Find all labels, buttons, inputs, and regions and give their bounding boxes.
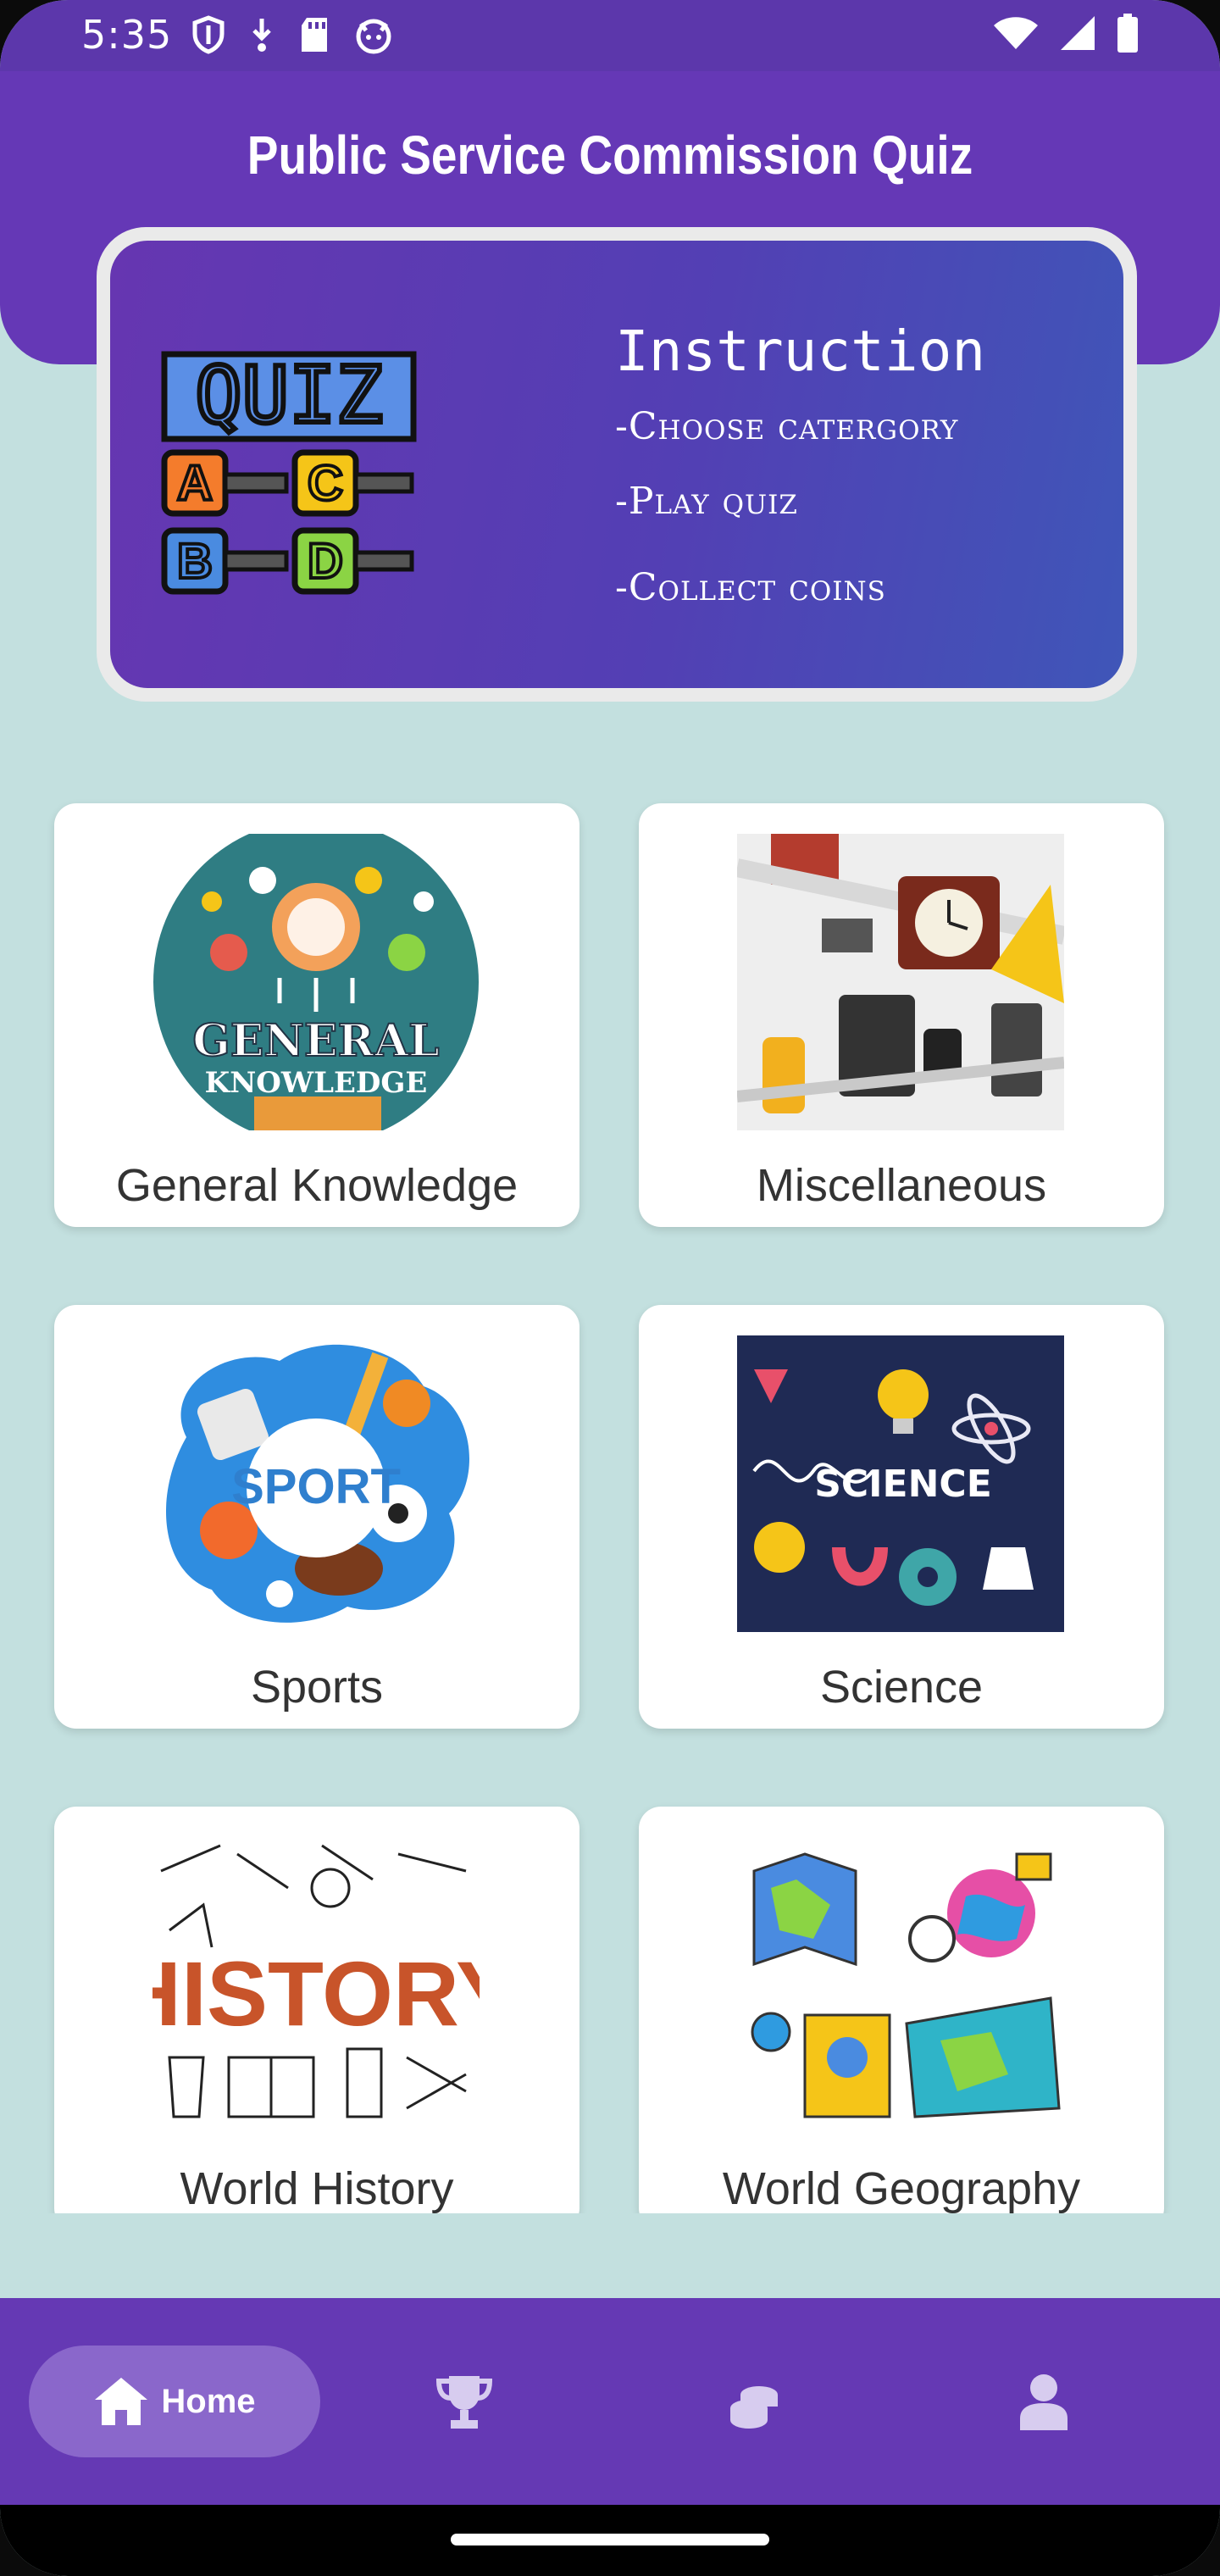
category-card-world-geography[interactable]: World Geography	[639, 1807, 1164, 2213]
nav-home-label: Home	[161, 2382, 256, 2420]
trophy-icon[interactable]	[434, 2371, 495, 2432]
app-title: Public Service Commission Quiz	[247, 125, 973, 186]
quiz-logo: QUIZ A C B D	[161, 351, 417, 595]
tools-image	[737, 834, 1064, 1130]
sport-image-text: SPORT	[231, 1459, 401, 1514]
gk-image-text-1: GENERAL	[192, 1015, 439, 1067]
science-image: SCIENCE	[737, 1335, 1064, 1632]
instruction-title: Instruction	[615, 319, 986, 384]
sport-image: SPORT	[166, 1344, 469, 1623]
phone-screen: 5:35 Public Service Commission Quiz QUIZ…	[0, 0, 1220, 2576]
download-icon	[252, 19, 271, 52]
gk-image-text-2: KNOWLEDGE	[205, 1066, 428, 1100]
wifi-icon	[994, 17, 1038, 49]
system-gesture-bar	[0, 2505, 1220, 2576]
coins-icon[interactable]	[724, 2371, 785, 2432]
home-icon	[95, 2378, 148, 2425]
bottom-nav: Home	[0, 2298, 1220, 2505]
quiz-logo-option-b: B	[177, 534, 213, 589]
sd-card-icon	[302, 18, 327, 52]
status-bar: 5:35	[0, 0, 1220, 71]
signal-icon	[1061, 16, 1095, 50]
history-image-text: HISTORY	[152, 1942, 480, 2045]
cat-face-icon	[356, 19, 391, 54]
category-card-miscellaneous[interactable]: Miscellaneous	[639, 803, 1164, 1227]
category-grid: GENERAL KNOWLEDGE General Knowledge Misc…	[0, 797, 1220, 2213]
shield-icon	[192, 15, 225, 54]
instruction-line-3: -Collect coins	[615, 566, 886, 609]
category-label: World History	[180, 2163, 454, 2213]
category-label: Miscellaneous	[756, 1160, 1047, 1211]
quiz-logo-option-a: A	[177, 456, 213, 511]
instruction-line-1: -Choose catergory	[615, 405, 959, 448]
history-image: HISTORY	[152, 1837, 480, 2134]
battery-icon	[1117, 14, 1138, 53]
status-icons-left	[191, 15, 393, 54]
status-time: 5:35	[81, 12, 173, 58]
science-image-text: SCIENCE	[814, 1463, 992, 1506]
geography-image	[737, 1837, 1064, 2134]
profile-icon[interactable]	[1013, 2371, 1074, 2432]
category-label: General Knowledge	[115, 1160, 518, 1211]
quiz-logo-option-c: C	[308, 456, 343, 511]
category-card-general-knowledge[interactable]: GENERAL KNOWLEDGE General Knowledge	[54, 803, 580, 1227]
quiz-logo-word: QUIZ	[195, 351, 383, 441]
instruction-card-inner: QUIZ A C B D Instruction -Choose catergo…	[110, 241, 1123, 688]
category-label: Science	[819, 1662, 984, 1713]
instruction-card: QUIZ A C B D Instruction -Choose catergo…	[97, 227, 1137, 702]
quiz-logo-option-d: D	[308, 534, 343, 589]
general-knowledge-image: GENERAL KNOWLEDGE	[153, 834, 479, 1130]
category-label: Sports	[250, 1662, 384, 1713]
nav-home-button[interactable]: Home	[29, 2346, 320, 2457]
category-card-sports[interactable]: SPORT Sports	[54, 1305, 580, 1729]
instruction-line-2: -Play quiz	[615, 480, 798, 523]
status-icons-right	[993, 14, 1139, 53]
category-card-science[interactable]: SCIENCE Science	[639, 1305, 1164, 1729]
home-gesture-handle[interactable]	[451, 2534, 769, 2545]
category-label: World Geography	[722, 2163, 1081, 2213]
category-card-world-history[interactable]: HISTORY World History	[54, 1807, 580, 2213]
